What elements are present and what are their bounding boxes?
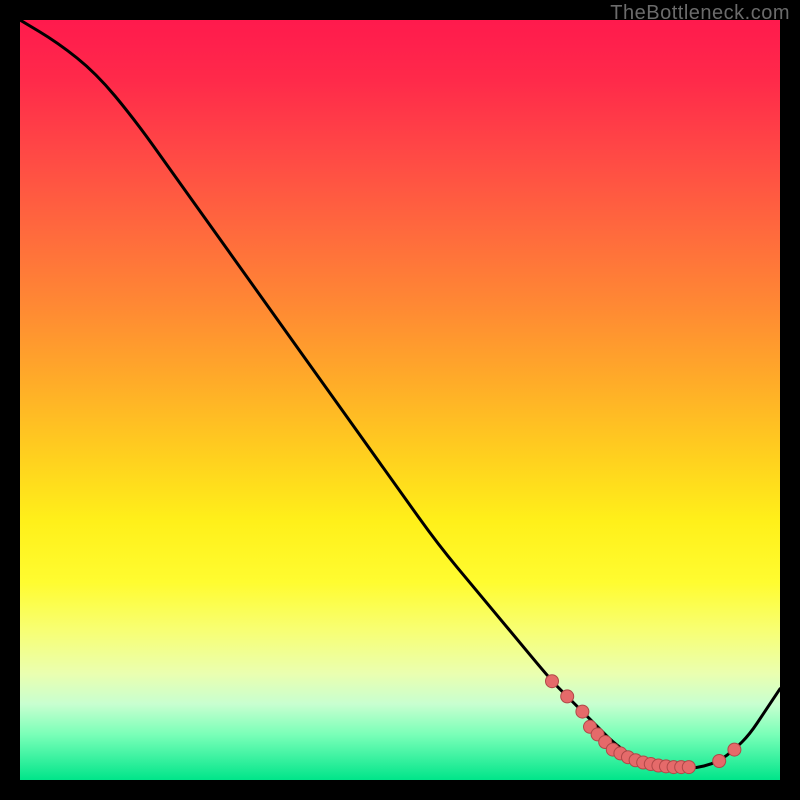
- dot: [713, 755, 726, 768]
- bottleneck-curve: [20, 20, 780, 769]
- dot: [576, 705, 589, 718]
- dot: [682, 761, 695, 774]
- plot-area: [20, 20, 780, 780]
- dot: [561, 690, 574, 703]
- chart-svg: [20, 20, 780, 780]
- dot: [728, 743, 741, 756]
- dot: [546, 675, 559, 688]
- chart-stage: TheBottleneck.com: [0, 0, 800, 800]
- optimal-zone-dots: [546, 675, 741, 774]
